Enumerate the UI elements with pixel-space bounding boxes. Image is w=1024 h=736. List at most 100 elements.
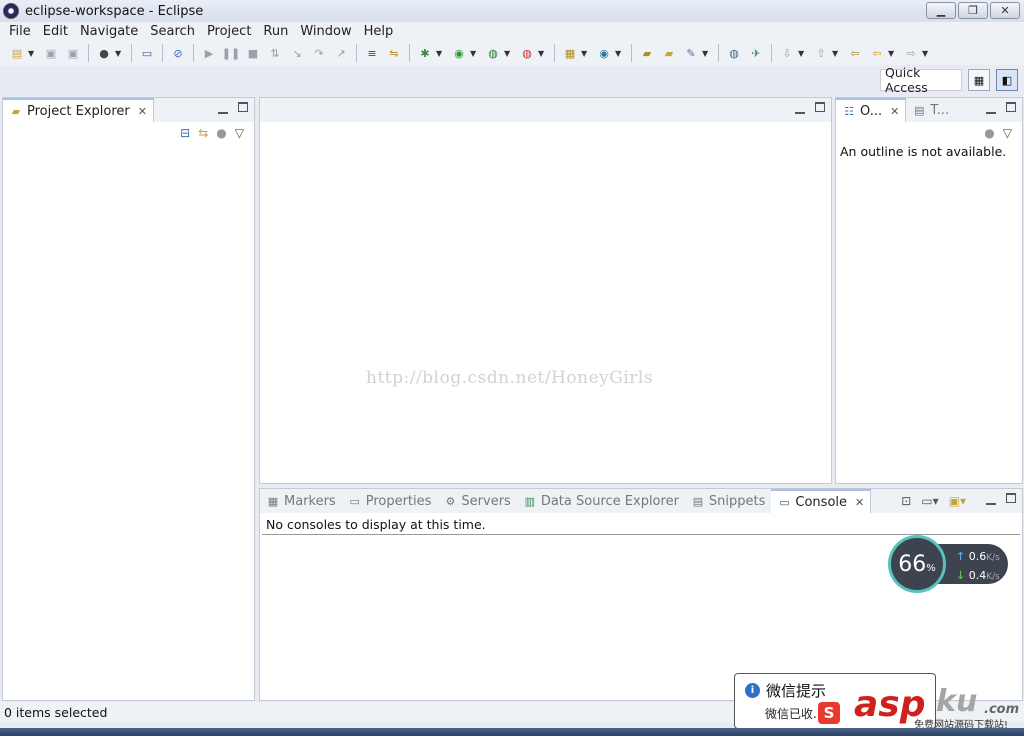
snippets-icon: ▤	[692, 494, 704, 508]
menu-file[interactable]: File	[9, 24, 31, 39]
view-menu-icon[interactable]: ▽	[1003, 126, 1012, 140]
open-perspective-icon[interactable]: ▦	[968, 69, 990, 91]
suspend-icon[interactable]: ❚❚	[222, 45, 240, 61]
chevron-down-icon[interactable]: ▼	[888, 49, 896, 58]
chevron-down-icon[interactable]: ▼	[798, 49, 806, 58]
task-icon[interactable]: ✈	[748, 45, 764, 61]
chevron-down-icon[interactable]: ▼	[28, 49, 36, 58]
chevron-down-icon[interactable]: ▼	[615, 49, 623, 58]
tab-properties[interactable]: ▭ Properties	[342, 489, 438, 513]
menu-help[interactable]: Help	[364, 24, 394, 39]
tab-data-source-explorer[interactable]: ▥ Data Source Explorer	[517, 489, 685, 513]
terminal-icon[interactable]: ▭	[139, 45, 155, 61]
maximize-view-icon[interactable]	[1006, 493, 1016, 503]
back-icon[interactable]: ⇦	[869, 45, 885, 61]
run-server-icon[interactable]: ◍	[485, 45, 501, 61]
resume-icon[interactable]: ▶	[201, 45, 217, 61]
chevron-down-icon[interactable]: ▼	[832, 49, 840, 58]
chevron-down-icon[interactable]: ▼	[538, 49, 546, 58]
search-icon[interactable]: ✎	[683, 45, 699, 61]
open-type-icon[interactable]: ▰	[639, 45, 655, 61]
tab-snippets[interactable]: ▤ Snippets	[685, 489, 771, 513]
logo-com-text: .com	[984, 702, 1020, 717]
restore-button[interactable]: ❐	[958, 2, 988, 19]
maximize-view-icon[interactable]	[1006, 102, 1016, 112]
minimize-view-icon[interactable]	[986, 493, 996, 505]
chevron-down-icon[interactable]: ▼	[470, 49, 478, 58]
minimize-button[interactable]: ▁	[926, 2, 956, 19]
run-icon[interactable]: ◉	[451, 45, 467, 61]
step-into-icon[interactable]: ↘	[289, 45, 305, 61]
tab-label: Snippets	[708, 493, 766, 509]
menu-navigate[interactable]: Navigate	[80, 24, 138, 39]
minimize-view-icon[interactable]	[218, 102, 228, 114]
step-over-icon[interactable]: ↷	[311, 45, 327, 61]
previous-annotation-icon[interactable]: ⇧	[813, 45, 829, 61]
save-icon[interactable]: ▣	[43, 45, 59, 61]
skip-breakpoints-icon[interactable]: ⊘	[170, 45, 186, 61]
memory-usage-gauge: 66%	[888, 535, 946, 593]
debug-icon[interactable]: ✱	[417, 45, 433, 61]
view-menu-icon[interactable]: ▽	[235, 126, 244, 140]
minimize-view-icon[interactable]	[986, 102, 996, 114]
maximize-view-icon[interactable]	[815, 102, 825, 112]
open-console-icon[interactable]: ▣▾	[949, 494, 966, 508]
java-ee-perspective-icon[interactable]: ◧	[996, 69, 1018, 91]
tab-servers[interactable]: ⚙ Servers	[437, 489, 516, 513]
pin-console-icon[interactable]: ⊡	[901, 494, 911, 508]
forward-icon[interactable]: ⇨	[903, 45, 919, 61]
new-java-class-icon[interactable]: ◉	[596, 45, 612, 61]
watermark-text: http://blog.csdn.net/HoneyGirls	[366, 368, 654, 388]
tab-outline[interactable]: ☷ O... ✕	[836, 98, 907, 122]
external-tools-icon[interactable]: ◍	[519, 45, 535, 61]
new-icon[interactable]: ▤	[9, 45, 25, 61]
tab-console[interactable]: ▭ Console ✕	[771, 489, 872, 513]
chevron-down-icon[interactable]: ▼	[504, 49, 512, 58]
save-all-icon[interactable]: ▣	[65, 45, 81, 61]
outline-message: An outline is not available.	[840, 144, 1007, 159]
data-source-icon: ▥	[524, 494, 536, 508]
project-explorer-tools: ⊟ ⇆ ● ▽	[3, 122, 254, 144]
outline-header: ☷ O... ✕ ▤ T...	[836, 98, 1022, 122]
menu-project[interactable]: Project	[207, 24, 251, 39]
tab-task-list[interactable]: ▤ T...	[906, 98, 955, 122]
chevron-down-icon[interactable]: ▼	[702, 49, 710, 58]
close-button[interactable]: ✕	[990, 2, 1020, 19]
filters-icon[interactable]: ●	[216, 126, 226, 140]
tab-markers[interactable]: ▦ Markers	[260, 489, 342, 513]
step-return-icon[interactable]: ↗	[333, 45, 349, 61]
menu-edit[interactable]: Edit	[43, 24, 68, 39]
use-step-filters-icon[interactable]: ≡	[364, 45, 380, 61]
chevron-down-icon[interactable]: ▼	[922, 49, 930, 58]
chevron-down-icon[interactable]: ▼	[436, 49, 444, 58]
minimize-view-icon[interactable]	[795, 102, 805, 114]
new-java-package-icon[interactable]: ▦	[562, 45, 578, 61]
filters-icon[interactable]: ●	[984, 126, 994, 140]
display-console-icon[interactable]: ▭▾	[921, 494, 938, 508]
close-tab-icon[interactable]: ✕	[855, 496, 864, 509]
menu-run[interactable]: Run	[263, 24, 288, 39]
chevron-down-icon[interactable]: ▼	[115, 49, 123, 58]
globe-icon[interactable]: ◍	[726, 45, 742, 61]
quick-access-field[interactable]: Quick Access	[880, 65, 962, 95]
menu-window[interactable]: Window	[300, 24, 351, 39]
user-icon[interactable]: ●	[96, 45, 112, 61]
open-folder-icon[interactable]: ▰	[661, 45, 677, 61]
collapse-all-icon[interactable]: ⊟	[180, 126, 190, 140]
menu-search[interactable]: Search	[150, 24, 195, 39]
terminate-icon[interactable]: ■	[245, 45, 261, 61]
chevron-down-icon[interactable]: ▼	[581, 49, 589, 58]
close-tab-icon[interactable]: ✕	[138, 105, 147, 118]
network-speed-widget[interactable]: ↑ 0.6K/s ↓ 0.4K/s 66%	[888, 535, 1008, 595]
sogou-badge: S	[818, 702, 840, 724]
link-with-editor-icon[interactable]: ⇆	[198, 126, 208, 140]
project-explorer-header: ▰ Project Explorer ✕	[3, 98, 254, 122]
tab-project-explorer[interactable]: ▰ Project Explorer ✕	[3, 98, 154, 122]
disconnect-icon[interactable]: ⇅	[267, 45, 283, 61]
toolbar-separator	[131, 44, 132, 62]
last-edit-location-icon[interactable]: ⇦	[847, 45, 863, 61]
next-annotation-icon[interactable]: ⇩	[779, 45, 795, 61]
maximize-view-icon[interactable]	[238, 102, 248, 112]
close-tab-icon[interactable]: ✕	[890, 105, 899, 118]
drop-to-frame-icon[interactable]: ⇋	[386, 45, 402, 61]
